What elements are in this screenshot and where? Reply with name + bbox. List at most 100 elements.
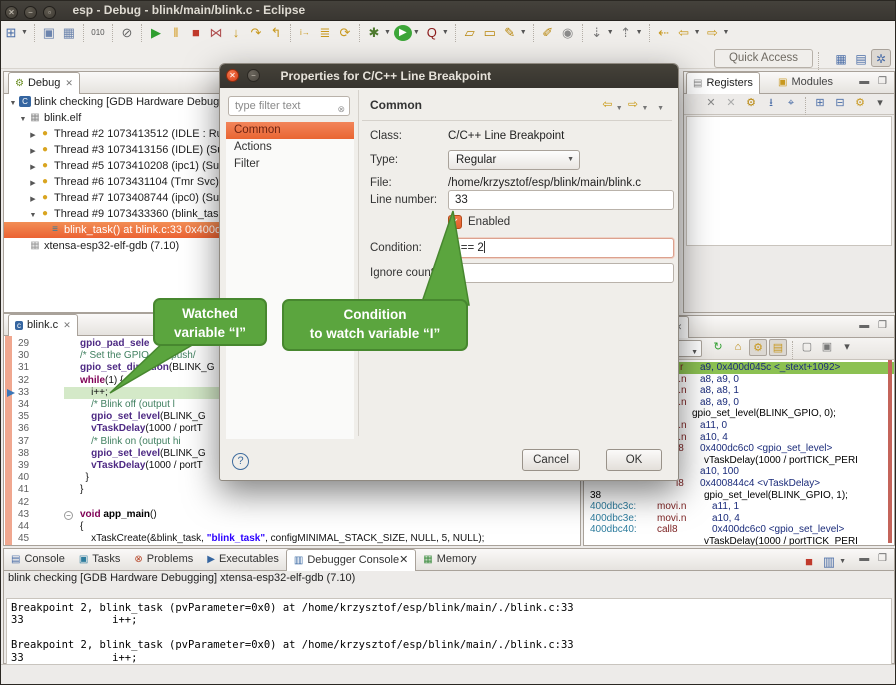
open-perspective-icon[interactable]: ▦ [831,50,851,68]
coverage-icon[interactable]: Q [423,23,441,43]
debug-config-icon[interactable]: ✱ [365,23,383,43]
remove-group-icon[interactable]: ⊟ [831,95,849,112]
window-close-icon[interactable]: ✕ [5,6,18,19]
highlight-icon[interactable]: ✐ [539,23,557,43]
step-over-icon[interactable]: ↷ [247,23,265,43]
registers-content[interactable] [686,116,892,246]
instruction-stepping-icon[interactable]: i→ [296,23,314,43]
restore-groups-icon[interactable]: ⚙ [851,95,869,112]
tab-debugger-console[interactable]: ▥Debugger Console✕ [286,549,416,571]
overview-ruler[interactable] [888,360,892,543]
save-all-icon[interactable]: ▦ [60,23,78,43]
condition-input[interactable]: i == 2 [448,238,674,258]
last-edit-icon[interactable]: ⇠ [655,23,673,43]
tab-tasks[interactable]: ▣Tasks [72,549,128,571]
prev-annotation-icon[interactable]: ⇡ [617,23,635,43]
panel-minmax-icons[interactable]: ▬ ❐ [859,553,890,564]
new-view-icon[interactable]: ▢ [798,339,816,356]
dialog-history-arrows[interactable]: ⇦ ▼ ⇨ ▼ ▼ [602,97,666,119]
forward-icon[interactable]: ⇨ [704,23,722,43]
pin-editor-icon[interactable]: ◉ [559,23,577,43]
tab-debug[interactable]: ⚙Debug✕ [8,72,80,94]
filter-input[interactable]: type filter text ⊗ [228,96,350,116]
cancel-button[interactable]: Cancel [522,449,580,471]
home-icon[interactable]: ⌂ [729,339,747,356]
run-icon[interactable]: ▶ [394,25,412,41]
tab-memory[interactable]: ▦Memory [416,549,483,571]
panel-minmax-icons[interactable]: ▬ ❐ [859,320,890,331]
console-output[interactable]: Breakpoint 2, blink_task (pvParameter=0x… [6,598,892,674]
chevron-down-icon[interactable]: ▼ [723,23,730,43]
dialog-nav-common[interactable]: Common [226,122,354,139]
import-registers-icon[interactable]: ⭳ [762,95,780,112]
close-icon[interactable]: ✕ [399,554,408,566]
line-number-input[interactable]: 33 [448,190,674,210]
ignore-count-input[interactable]: 0 [448,263,674,283]
tab-registers[interactable]: ▤Registers [686,72,760,94]
step-return-icon[interactable]: ↰ [267,23,285,43]
panel-minmax-icons[interactable]: ▬ ❐ [859,76,890,87]
tab-blink-c[interactable]: cblink.c✕ [8,314,78,336]
step-into-icon[interactable]: ↓ [227,23,245,43]
window-minimize-icon[interactable]: − [24,6,37,19]
close-icon[interactable]: ✕ [65,78,73,88]
refresh-icon[interactable]: ↻ [709,339,727,356]
pointer-icon[interactable]: ⌖ [782,95,800,112]
tab-console[interactable]: ▤Console [4,549,72,571]
save-icon[interactable]: ▣ [40,23,58,43]
chevron-down-icon[interactable]: ▼ [413,23,420,43]
tab-modules[interactable]: ▣Modules [772,72,839,94]
show-debug-sources-icon[interactable]: ≣ [316,23,334,43]
window-maximize-icon[interactable]: ▫ [43,6,56,19]
dialog-close-icon[interactable]: ✕ [226,69,239,82]
debug-perspective-icon[interactable]: ✲ [871,49,891,67]
ok-button[interactable]: OK [606,449,662,471]
view-menu-icon[interactable]: ▾ [871,95,889,112]
tab-problems[interactable]: ⊗Problems [127,549,200,571]
pin-view-icon[interactable]: ▣ [818,339,836,356]
chevron-down-icon[interactable]: ▼ [607,23,614,43]
show-source-icon[interactable]: ▤ [769,339,787,356]
skip-breakpoints-icon[interactable]: ⊘ [118,23,136,43]
chevron-down-icon[interactable]: ▼ [691,343,698,357]
enabled-checkbox[interactable]: ✓ [448,215,462,229]
dialog-nav-filter[interactable]: Filter [226,156,354,173]
open-resource-icon[interactable]: ▭ [481,23,499,43]
dialog-minimize-icon[interactable]: − [247,69,260,82]
mark-occurrences-icon[interactable]: ✎ [501,23,519,43]
chevron-down-icon[interactable]: ▼ [636,23,643,43]
dialog-nav-actions[interactable]: Actions [226,139,354,156]
close-icon[interactable]: ✕ [63,320,71,330]
add-register-group-icon[interactable]: ⊞ [811,95,829,112]
restart-icon[interactable]: ⟳ [336,23,354,43]
tab-executables[interactable]: ▶Executables [200,549,286,571]
clear-filter-icon[interactable]: ⊗ [337,100,345,118]
disconnect-icon[interactable]: ⋈ [207,23,225,43]
cpp-perspective-icon[interactable]: ▤ [851,50,871,68]
view-menu-icon[interactable]: ▾ [838,339,856,356]
quick-access-button[interactable]: Quick Access [714,49,813,68]
open-folder-icon[interactable]: ▱ [461,23,479,43]
binary-file-icon[interactable]: 010 [89,23,107,43]
register-settings-icon[interactable]: ⚙ [742,95,760,112]
next-annotation-icon[interactable]: ⇣ [588,23,606,43]
chevron-down-icon[interactable]: ▼ [21,23,28,43]
type-dropdown[interactable]: ▼Regular [448,150,580,170]
terminate-console-icon[interactable]: ■ [800,552,818,572]
back-icon[interactable]: ⇦ [675,23,693,43]
help-icon[interactable]: ? [232,453,249,470]
sync-active-context-icon[interactable]: ⚙ [749,339,767,356]
remove-register-group-icon[interactable]: ✕ [702,95,720,112]
chevron-down-icon[interactable]: ▼ [694,23,701,43]
terminate-icon[interactable]: ■ [187,23,205,43]
new-wizard-icon[interactable]: ⊞ [2,23,20,43]
display-selected-console-icon[interactable]: ▥ [820,552,838,572]
resume-icon[interactable]: ▶ [147,23,165,43]
suspend-icon[interactable]: ‖ [167,23,185,43]
remove-all-register-groups-icon[interactable]: ✕ [722,95,740,112]
chevron-down-icon[interactable]: ▼ [839,552,846,572]
chevron-down-icon[interactable]: ▼ [384,23,391,43]
chevron-down-icon[interactable]: ▼ [442,23,449,43]
chevron-down-icon[interactable]: ▼ [520,23,527,43]
fold-marker-icon[interactable]: − [64,511,73,520]
